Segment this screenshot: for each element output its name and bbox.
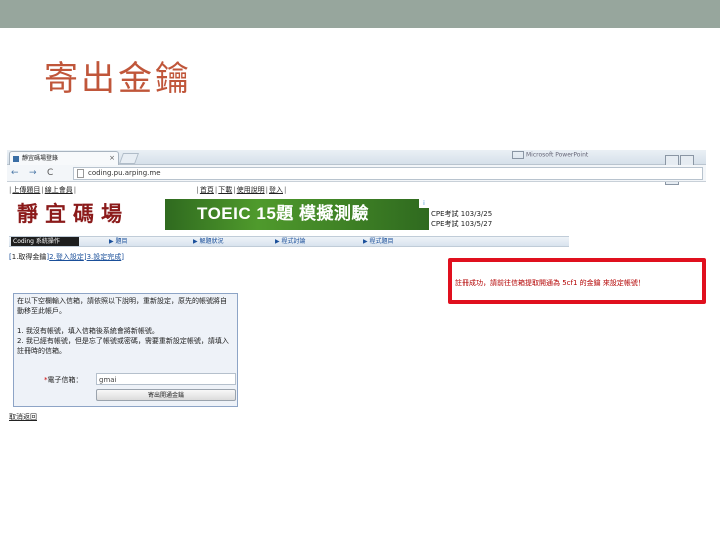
highlight-box: [448, 258, 706, 304]
step-tab-get-key[interactable]: 1.取得金鑰: [12, 253, 47, 261]
email-label: *電子信箱：: [44, 376, 83, 384]
send-key-button[interactable]: 寄出開通金鑰: [96, 389, 236, 401]
address-bar: ← → C coding.pu.arping.me: [7, 165, 706, 182]
tab-close-icon[interactable]: ×: [109, 152, 115, 165]
link-home[interactable]: 首頁: [200, 186, 214, 194]
top-links: |上傳題目|線上會員| |首頁|下載|使用說明|登入|: [9, 186, 287, 194]
new-tab-button[interactable]: [118, 153, 140, 164]
url-input[interactable]: coding.pu.arping.me: [73, 167, 703, 180]
window-icon: [512, 151, 524, 159]
cancel-link[interactable]: 取消返回: [9, 412, 37, 422]
link-login[interactable]: 登入: [269, 186, 283, 194]
taskbar-window[interactable]: Microsoft PowerPoint: [512, 151, 588, 159]
link-download[interactable]: 下載: [218, 186, 232, 194]
link-help[interactable]: 使用說明: [237, 186, 265, 194]
slide-top-band: [0, 0, 720, 28]
cpe-date-1: CPE考試 103/3/25: [431, 210, 493, 218]
email-field[interactable]: gmai: [96, 373, 236, 385]
note-item: 1. 我沒有帳號，填入信箱後系統會將新帳號。: [17, 327, 159, 335]
step-tab-done[interactable]: 3.設定完成: [87, 253, 122, 261]
menu-item-system[interactable]: Coding 系統操作: [11, 237, 79, 246]
link-members[interactable]: 線上會員: [45, 186, 73, 194]
ad-banner[interactable]: TOEIC 15題 模擬測驗 i: [165, 199, 429, 230]
main-menu: Coding 系統操作 ▶ 題目 ▶ 解題狀況 ▶ 程式討論 ▶ 程式題目: [9, 236, 569, 247]
form-intro: 在以下空欄輸入信箱，請依照以下說明，重新設定，原先的帳號將自動移至此帳戶。: [17, 297, 227, 315]
menu-item-problems[interactable]: ▶ 題目: [109, 237, 128, 246]
form-notes: 1. 我沒有帳號，填入信箱後系統會將新帳號。 2. 我已經有帳號，但是忘了帳號或…: [17, 326, 233, 356]
get-key-form: 在以下空欄輸入信箱，請依照以下說明，重新設定，原先的帳號將自動移至此帳戶。 1.…: [13, 293, 238, 407]
url-text: coding.pu.arping.me: [88, 169, 161, 177]
link-upload[interactable]: 上傳題目: [12, 186, 40, 194]
reload-icon[interactable]: C: [47, 168, 53, 178]
cpe-dates: CPE考試 103/3/25 CPE考試 103/5/27: [431, 209, 492, 229]
step-tabs: [1.取得金鑰]2.登入設定]3.設定完成]: [9, 253, 124, 261]
tab-title: 靜宜碼場登錄: [22, 155, 59, 162]
menu-item-status[interactable]: ▶ 解題狀況: [193, 237, 224, 246]
slide-title: 寄出金鑰: [44, 59, 192, 99]
window-controls: [664, 151, 704, 185]
window-title: Microsoft PowerPoint: [526, 151, 589, 159]
back-arrow-icon[interactable]: ←: [11, 168, 19, 178]
page-icon: [77, 168, 84, 178]
menu-item-discussion[interactable]: ▶ 程式討論: [275, 237, 306, 246]
forward-arrow-icon[interactable]: →: [29, 168, 37, 178]
ad-info-icon[interactable]: i: [419, 199, 429, 208]
browser-tab[interactable]: 靜宜碼場登錄 ×: [9, 151, 119, 165]
cpe-date-2: CPE考試 103/5/27: [431, 220, 493, 228]
favicon-icon: [13, 155, 19, 162]
banner-text: TOEIC 15題 模擬測驗: [197, 204, 369, 223]
note-item: 2. 我已經有帳號，但是忘了帳號或密碼，需要重新設定帳號，請填入註冊時的信箱。: [17, 337, 229, 355]
site-logo[interactable]: 靜宜碼場: [17, 200, 129, 228]
browser-tab-bar: 靜宜碼場登錄 × Microsoft PowerPoint: [7, 150, 706, 185]
step-tab-login[interactable]: 2.登入設定: [49, 253, 84, 261]
menu-item-programs[interactable]: ▶ 程式題目: [363, 237, 394, 246]
